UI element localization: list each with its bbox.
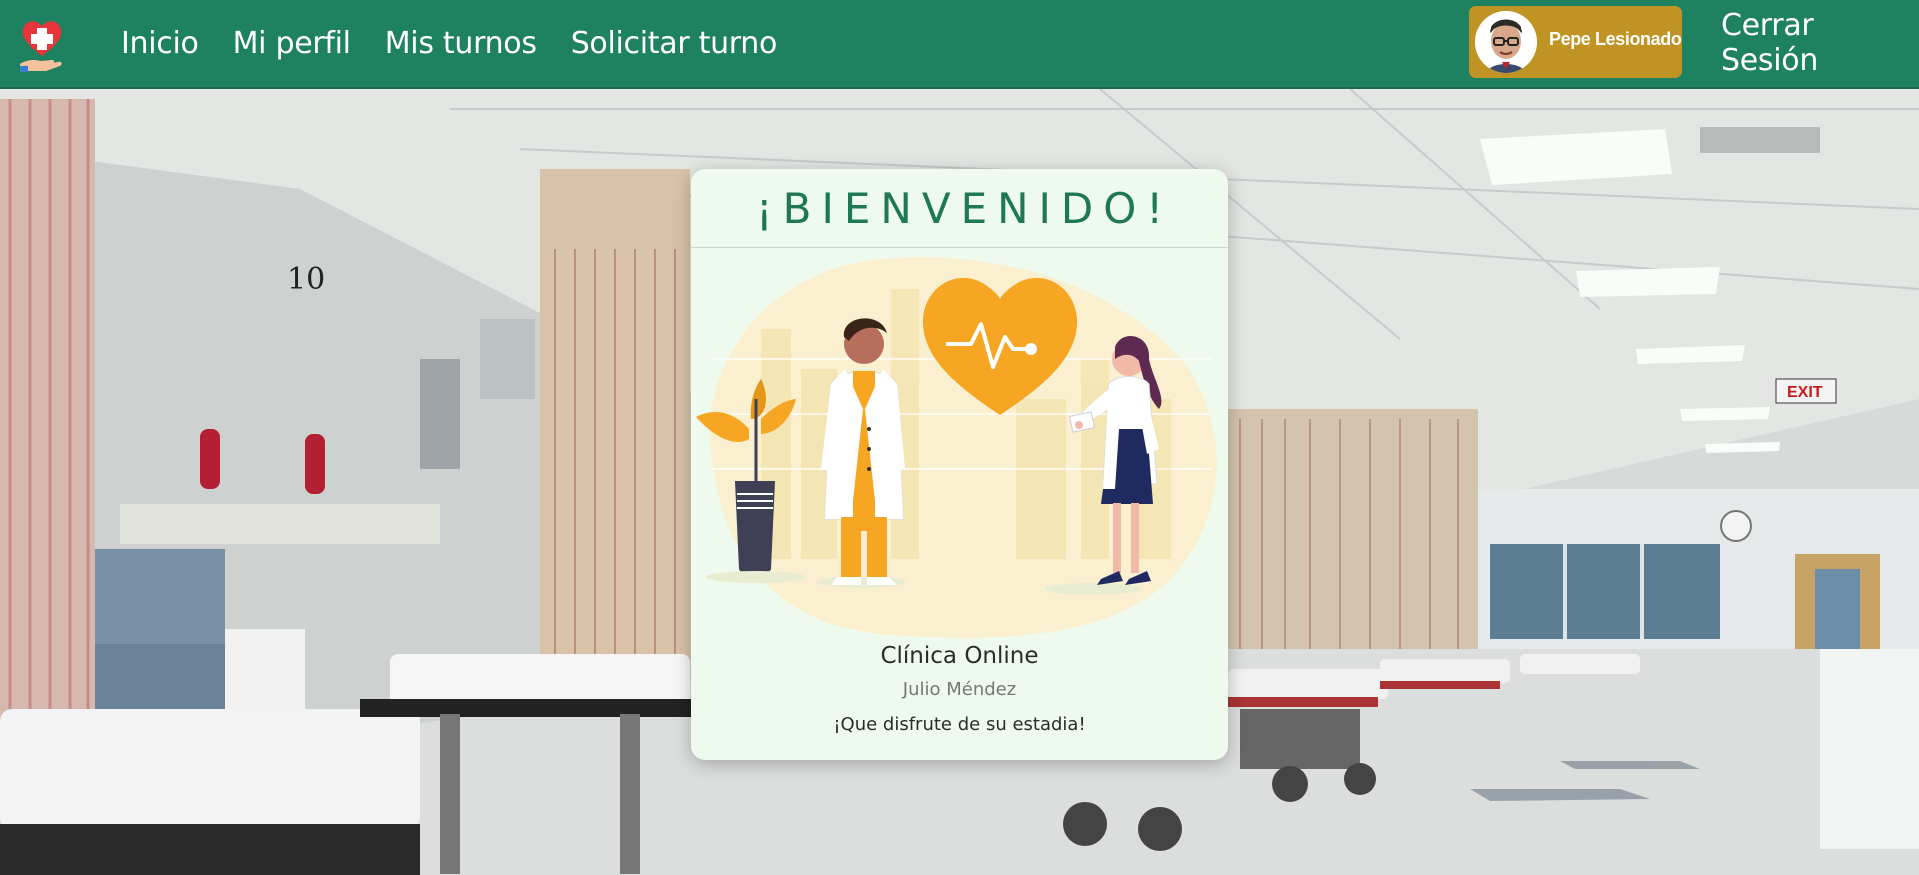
clinic-name: Clínica Online	[880, 643, 1039, 669]
svg-text:10: 10	[287, 262, 325, 297]
welcome-card: ¡BIENVENIDO! Clínica Online Julio Méndez…	[691, 169, 1228, 760]
welcome-title: ¡BIENVENIDO!	[755, 183, 1174, 233]
user-profile-button[interactable]: Pepe Lesionado	[1469, 6, 1682, 78]
doctors-heart-illustration	[691, 249, 1228, 639]
welcome-greeting: ¡Que disfrute de su estadia!	[833, 714, 1086, 735]
user-avatar-icon	[1475, 11, 1537, 73]
top-navbar: Inicio Mi perfil Mis turnos Solicitar tu…	[0, 0, 1919, 89]
svg-text:EXIT: EXIT	[1787, 384, 1823, 401]
nav-link-mi-perfil[interactable]: Mi perfil	[233, 26, 351, 61]
clinic-logo-icon[interactable]	[18, 16, 66, 72]
doctor-name: Julio Méndez	[902, 679, 1017, 700]
card-divider	[691, 247, 1228, 248]
nav-link-mis-turnos[interactable]: Mis turnos	[385, 26, 537, 61]
nav-link-inicio[interactable]: Inicio	[121, 26, 199, 61]
nav-link-solicitar-turno[interactable]: Solicitar turno	[571, 26, 778, 61]
user-name: Pepe Lesionado	[1549, 28, 1682, 49]
logout-link[interactable]: Cerrar Sesión	[1721, 0, 1919, 86]
nav-links: Inicio Mi perfil Mis turnos Solicitar tu…	[121, 0, 811, 86]
